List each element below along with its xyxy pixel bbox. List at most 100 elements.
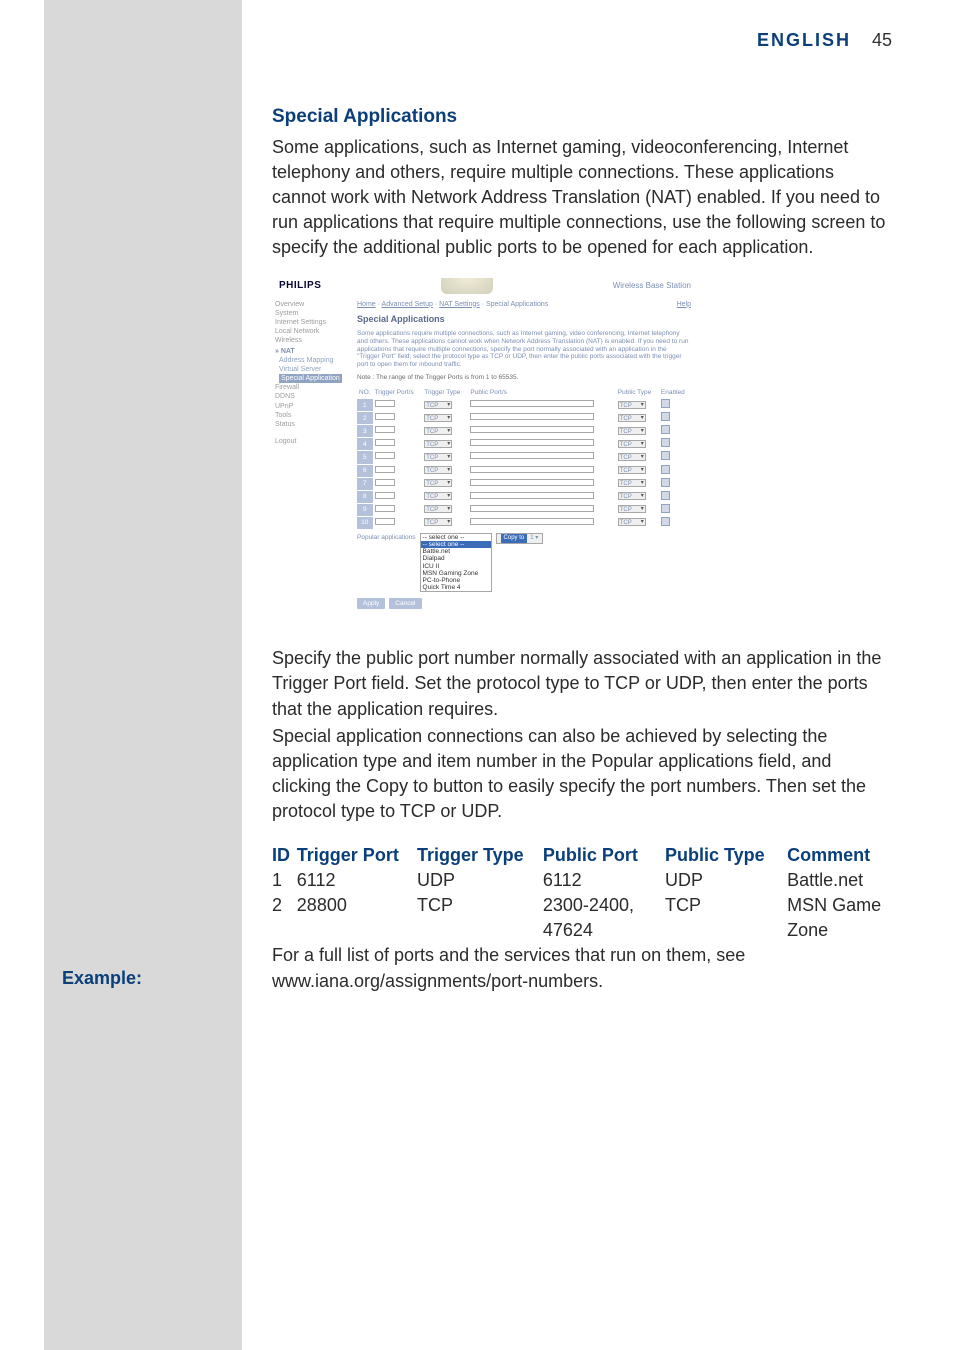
public-type-select[interactable]: TCP [618,453,646,461]
crumb-link[interactable]: Advanced Setup [382,301,433,308]
public-type-select[interactable]: TCP [618,401,646,409]
popular-option[interactable]: ICU II [421,563,491,570]
enabled-checkbox[interactable] [661,438,670,447]
enabled-checkbox[interactable] [661,504,670,513]
nav-item[interactable]: Tools [275,411,349,420]
popular-option[interactable]: MSN Gaming Zone [421,570,491,577]
nav-item[interactable]: Local Network [275,327,349,336]
col-no: NO. [357,387,373,398]
crumb-link[interactable]: NAT Settings [439,301,480,308]
nav-item[interactable]: Overview [275,300,349,309]
row-index: 8 [357,491,373,503]
nav-nat[interactable]: » NAT [275,347,349,356]
nav-item[interactable]: UPnP [275,402,349,411]
crumb-link[interactable]: Home [357,301,376,308]
trigger-type-select[interactable]: TCP [424,427,452,435]
closing-paragraph: For a full list of ports and the service… [272,943,892,993]
popular-option[interactable]: -- select one -- [421,541,491,548]
cell-trigger-type: TCP [417,893,543,943]
row-index: 3 [357,425,373,437]
popular-option[interactable]: Battle.net [421,548,491,555]
trigger-port-input[interactable] [375,426,395,433]
apply-button[interactable]: Apply [357,598,385,609]
trigger-type-select[interactable]: TCP [424,401,452,409]
trigger-type-select[interactable]: TCP [424,479,452,487]
trigger-port-input[interactable] [375,466,395,473]
copy-to-control[interactable]: Copy to 1 ▾ [496,533,544,544]
public-port-input[interactable] [470,505,594,512]
nav-item[interactable]: Logout [275,437,349,446]
nav-nat-sub[interactable]: Virtual Server [279,365,349,374]
nav-nat-active[interactable]: Special Application [279,374,342,383]
trigger-port-input[interactable] [375,452,395,459]
trigger-port-input[interactable] [375,400,395,407]
public-port-input[interactable] [470,466,594,473]
enabled-checkbox[interactable] [661,399,670,408]
nav-nat-sub[interactable]: Address Mapping [279,356,349,365]
help-link[interactable]: Help [677,300,691,310]
enabled-checkbox[interactable] [661,491,670,500]
enabled-checkbox[interactable] [661,478,670,487]
nav-item[interactable]: Internet Settings [275,318,349,327]
cell-public-port: 2300-2400, 47624 [543,893,665,943]
trigger-port-input[interactable] [375,505,395,512]
cell-public-port: 6112 [543,868,665,893]
public-port-input[interactable] [470,452,594,459]
public-port-input[interactable] [470,400,594,407]
trigger-port-input[interactable] [375,479,395,486]
nav-item[interactable]: Firewall [275,383,349,392]
public-type-select[interactable]: TCP [618,427,646,435]
public-type-select[interactable]: TCP [618,492,646,500]
trigger-type-select[interactable]: TCP [424,414,452,422]
crumb-current: Special Applications [486,301,548,308]
th-public-type: Public Type [665,843,787,868]
cell-trigger-type: UDP [417,868,543,893]
th-trigger-type: Trigger Type [417,843,543,868]
enabled-checkbox[interactable] [661,517,670,526]
public-type-select[interactable]: TCP [618,479,646,487]
nav-item[interactable]: Wireless [275,336,349,345]
popular-option[interactable]: Quick Time 4 [421,584,491,591]
shot-globe-graphic [441,278,493,294]
public-type-select[interactable]: TCP [618,466,646,474]
trigger-type-select[interactable]: TCP [424,466,452,474]
popular-select[interactable]: -- select one -- -- select one -- Battle… [420,533,492,592]
trigger-type-select[interactable]: TCP [424,505,452,513]
trigger-port-input[interactable] [375,492,395,499]
public-port-input[interactable] [470,413,594,420]
public-port-input[interactable] [470,479,594,486]
public-port-input[interactable] [470,492,594,499]
trigger-port-input[interactable] [375,413,395,420]
public-port-input[interactable] [470,439,594,446]
nav-item[interactable]: System [275,309,349,318]
enabled-checkbox[interactable] [661,425,670,434]
row-index: 6 [357,465,373,477]
popular-option[interactable]: Dialpad [421,555,491,562]
cancel-button[interactable]: Cancel [389,598,421,609]
copy-to-label: Copy to [501,534,528,542]
trigger-type-select[interactable]: TCP [424,440,452,448]
nav-item[interactable]: Status [275,420,349,429]
nav-item[interactable]: DDNS [275,392,349,401]
after-shot-paragraph-2: Special application connections can also… [272,724,892,825]
enabled-checkbox[interactable] [661,412,670,421]
trigger-type-select[interactable]: TCP [424,453,452,461]
trigger-type-select[interactable]: TCP [424,492,452,500]
trigger-port-input[interactable] [375,439,395,446]
public-port-input[interactable] [470,518,594,525]
trigger-port-input[interactable] [375,518,395,525]
popular-option[interactable]: PC-to-Phone [421,577,491,584]
trigger-type-select[interactable]: TCP [424,518,452,526]
enabled-checkbox[interactable] [661,451,670,460]
shot-breadcrumb: Home · Advanced Setup · NAT Settings · S… [357,300,548,310]
popular-option[interactable]: -- select one -- [421,534,491,541]
public-port-input[interactable] [470,426,594,433]
public-type-select[interactable]: TCP [618,518,646,526]
popular-label: Popular applications [357,533,416,542]
table-row: 228800TCP2300-2400, 47624TCPMSN Game Zon… [272,893,892,943]
enabled-checkbox[interactable] [661,465,670,474]
public-type-select[interactable]: TCP [618,440,646,448]
shot-ports-table: NO. Trigger Port/s Trigger Type Public P… [357,386,691,530]
public-type-select[interactable]: TCP [618,414,646,422]
public-type-select[interactable]: TCP [618,505,646,513]
